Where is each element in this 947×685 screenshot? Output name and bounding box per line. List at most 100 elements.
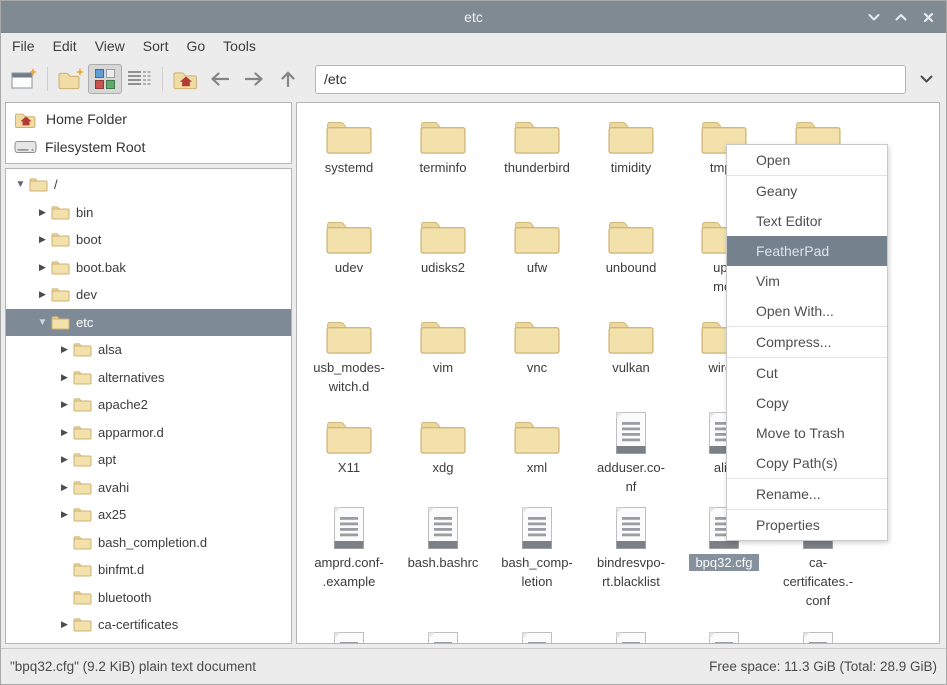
- tree-item-binfmt-d[interactable]: binfmt.d: [6, 556, 291, 584]
- path-dropdown-button[interactable]: [914, 64, 938, 94]
- tree-item-apparmor-d[interactable]: ▶ apparmor.d: [6, 419, 291, 447]
- file-item-item[interactable]: [396, 629, 490, 644]
- folder-item-xdg[interactable]: xdg: [396, 409, 490, 477]
- folder-item-x11[interactable]: X11: [302, 409, 396, 477]
- folder-item-systemd[interactable]: systemd: [302, 109, 396, 177]
- context-menu-item-featherpad[interactable]: FeatherPad: [727, 236, 887, 266]
- up-button[interactable]: [271, 64, 305, 94]
- context-menu-item-geany[interactable]: Geany: [727, 176, 887, 206]
- folder-item-vulkan[interactable]: vulkan: [584, 309, 678, 377]
- context-menu-item-cut[interactable]: Cut: [727, 358, 887, 388]
- back-button[interactable]: [203, 64, 237, 94]
- folder-item-xml[interactable]: xml: [490, 409, 584, 477]
- expander-icon[interactable]: ▶: [58, 344, 71, 355]
- tree-item-ax25[interactable]: ▶ ax25: [6, 501, 291, 529]
- file-item-adduser-co-nf[interactable]: adduser.co-nf: [584, 409, 678, 496]
- minimize-icon[interactable]: [866, 9, 882, 25]
- expander-icon[interactable]: ▼: [36, 317, 49, 328]
- tree-item-item[interactable]: ▼ /: [6, 171, 291, 199]
- file-item-amprd-conf-example[interactable]: amprd.conf-.example: [302, 504, 396, 591]
- tree-item-ca-certificates[interactable]: ▶ ca-certificates: [6, 611, 291, 639]
- tree-item-label: apt: [98, 452, 116, 467]
- tree-item-label: boot: [76, 232, 101, 247]
- expander-icon[interactable]: ▶: [58, 427, 71, 438]
- file-item-bindresvpo-rt-blacklist[interactable]: bindresvpo-rt.blacklist: [584, 504, 678, 591]
- list-view-button[interactable]: [122, 64, 156, 94]
- context-menu-item-compress[interactable]: Compress...: [727, 327, 887, 357]
- expander-icon[interactable]: ▶: [36, 234, 49, 245]
- expander-icon[interactable]: ▶: [36, 262, 49, 273]
- context-menu-item-open-with[interactable]: Open With...: [727, 296, 887, 326]
- file-item-item[interactable]: [302, 629, 396, 644]
- expander-icon[interactable]: ▶: [58, 619, 71, 630]
- context-menu-item-properties[interactable]: Properties: [727, 510, 887, 540]
- file-item-item[interactable]: [584, 629, 678, 644]
- menubar-file[interactable]: File: [3, 33, 44, 60]
- context-menu-item-open[interactable]: Open: [727, 145, 887, 175]
- expander-icon[interactable]: ▶: [58, 399, 71, 410]
- menubar-edit[interactable]: Edit: [44, 33, 86, 60]
- folder-item-udisks2[interactable]: udisks2: [396, 209, 490, 277]
- file-manager-window: etc FileEditViewSortGoTools: [0, 0, 947, 685]
- path-input[interactable]: [315, 65, 906, 94]
- folder-item-timidity[interactable]: timidity: [584, 109, 678, 177]
- tree-item-bin[interactable]: ▶ bin: [6, 199, 291, 227]
- maximize-icon[interactable]: [893, 9, 909, 25]
- tree-item-apt[interactable]: ▶ apt: [6, 446, 291, 474]
- tree-item-boot[interactable]: ▶ boot: [6, 226, 291, 254]
- expander-icon[interactable]: ▶: [58, 509, 71, 520]
- folder-item-thunderbird[interactable]: thunderbird: [490, 109, 584, 177]
- file-item-item[interactable]: [771, 629, 865, 644]
- menubar-go[interactable]: Go: [177, 33, 214, 60]
- expander-icon[interactable]: ▶: [58, 372, 71, 383]
- icon-view-button[interactable]: [88, 64, 122, 94]
- file-item-item[interactable]: [677, 629, 771, 644]
- menubar-tools[interactable]: Tools: [214, 33, 265, 60]
- new-tab-button[interactable]: [54, 64, 88, 94]
- folder-item-ufw[interactable]: ufw: [490, 209, 584, 277]
- tree-item-dev[interactable]: ▶ dev: [6, 281, 291, 309]
- folder-item-vnc[interactable]: vnc: [490, 309, 584, 377]
- context-menu-item-copy[interactable]: Copy: [727, 388, 887, 418]
- menubar-sort[interactable]: Sort: [134, 33, 178, 60]
- file-view-panel[interactable]: systemd terminfo thunderbird timidity tm…: [296, 102, 940, 644]
- expander-icon[interactable]: ▶: [36, 207, 49, 218]
- folder-item-udev[interactable]: udev: [302, 209, 396, 277]
- place-home-folder[interactable]: Home Folder: [6, 105, 291, 133]
- context-menu-item-copy-path-s[interactable]: Copy Path(s): [727, 448, 887, 478]
- tree-item-alternatives[interactable]: ▶ alternatives: [6, 364, 291, 392]
- context-menu-item-move-to-trash[interactable]: Move to Trash: [727, 418, 887, 448]
- expander-icon[interactable]: ▶: [36, 289, 49, 300]
- file-item-bash-bashrc[interactable]: bash.bashrc: [396, 504, 490, 572]
- home-button[interactable]: [169, 64, 203, 94]
- text-file-icon: [396, 629, 490, 644]
- forward-button[interactable]: [237, 64, 271, 94]
- context-menu-item-vim[interactable]: Vim: [727, 266, 887, 296]
- expander-icon[interactable]: ▶: [58, 454, 71, 465]
- folder-item-terminfo[interactable]: terminfo: [396, 109, 490, 177]
- close-icon[interactable]: [920, 9, 936, 25]
- folder-item-unbound[interactable]: unbound: [584, 209, 678, 277]
- folder-item-usb-modes-witch-d[interactable]: usb_modes-witch.d: [302, 309, 396, 396]
- menubar-view[interactable]: View: [86, 33, 134, 60]
- content-area: Home Folder Filesystem Root ▼ /▶ bin▶ bo…: [1, 98, 946, 648]
- new-window-button[interactable]: [7, 64, 41, 94]
- tree-item-bash-completion-d[interactable]: bash_completion.d: [6, 529, 291, 557]
- file-item-bash-comp-letion[interactable]: bash_comp-letion: [490, 504, 584, 591]
- tree-item-apache2[interactable]: ▶ apache2: [6, 391, 291, 419]
- tree-item-etc[interactable]: ▼ etc: [6, 309, 291, 337]
- expander-icon[interactable]: ▶: [58, 482, 71, 493]
- context-menu-item-rename[interactable]: Rename...: [727, 479, 887, 509]
- tree-item-bluetooth[interactable]: bluetooth: [6, 584, 291, 612]
- file-label: vulkan: [584, 358, 678, 377]
- tree-item-boot-bak[interactable]: ▶ boot.bak: [6, 254, 291, 282]
- folder-icon: [73, 452, 92, 467]
- context-menu-item-text-editor[interactable]: Text Editor: [727, 206, 887, 236]
- file-item-item[interactable]: [490, 629, 584, 644]
- tree-item-alsa[interactable]: ▶ alsa: [6, 336, 291, 364]
- place-filesystem-root[interactable]: Filesystem Root: [6, 133, 291, 161]
- folder-item-vim[interactable]: vim: [396, 309, 490, 377]
- expander-icon[interactable]: ▼: [14, 179, 27, 190]
- file-label: adduser.co-nf: [584, 458, 678, 496]
- tree-item-avahi[interactable]: ▶ avahi: [6, 474, 291, 502]
